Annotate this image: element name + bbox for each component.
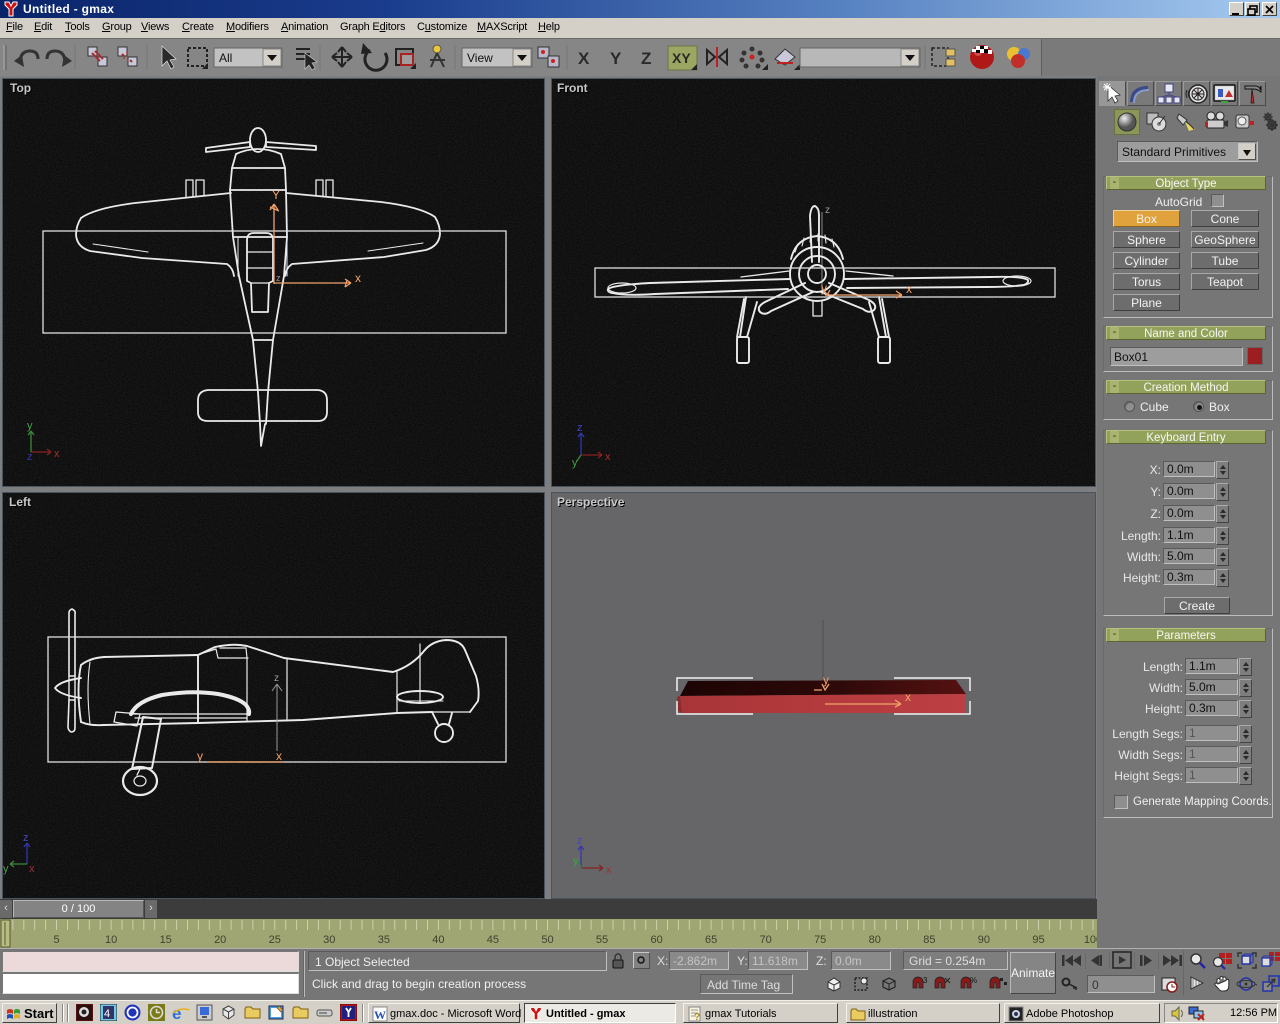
svg-text:40: 40 — [432, 934, 444, 946]
svg-text:Z: Z — [641, 49, 651, 68]
svg-text:75: 75 — [814, 934, 826, 946]
svg-text:55: 55 — [596, 934, 608, 946]
svg-text:x: x — [905, 690, 911, 704]
svg-text:60: 60 — [650, 934, 662, 946]
svg-text:30: 30 — [323, 934, 335, 946]
svg-text:z: z — [27, 451, 33, 463]
svg-text:z: z — [23, 832, 29, 844]
svg-text:XY: XY — [672, 50, 691, 66]
svg-text:80: 80 — [869, 934, 881, 946]
svg-text:45: 45 — [487, 934, 499, 946]
svg-text:z: z — [825, 205, 830, 216]
svg-text:x: x — [906, 282, 912, 296]
svg-text:y: y — [823, 673, 829, 687]
svg-text:y: y — [573, 855, 579, 867]
svg-text:y: y — [27, 420, 33, 432]
svg-text:20: 20 — [214, 934, 226, 946]
svg-text:X: X — [578, 49, 590, 68]
svg-text:4: 4 — [104, 1008, 110, 1020]
svg-text:y: y — [197, 749, 203, 763]
svg-text:x: x — [29, 863, 35, 875]
svg-text:70: 70 — [760, 934, 772, 946]
svg-text:50: 50 — [541, 934, 553, 946]
svg-text:z: z — [274, 673, 279, 684]
svg-text:x: x — [54, 448, 60, 460]
svg-text:25: 25 — [269, 934, 281, 946]
svg-text:x: x — [276, 749, 282, 763]
svg-text:100: 100 — [1084, 934, 1097, 946]
svg-text:%: % — [970, 976, 977, 985]
svg-text:3: 3 — [923, 976, 928, 985]
svg-text:15: 15 — [160, 934, 172, 946]
svg-text:85: 85 — [923, 934, 935, 946]
svg-text:?: ? — [694, 1012, 700, 1022]
svg-text:y: y — [3, 863, 9, 875]
svg-text:y: y — [821, 281, 827, 295]
svg-text:x: x — [355, 271, 361, 285]
svg-text:10: 10 — [105, 934, 117, 946]
svg-text:95: 95 — [1032, 934, 1044, 946]
svg-text:Y: Y — [272, 188, 280, 202]
svg-text:x: x — [606, 864, 612, 876]
svg-text:90: 90 — [978, 934, 990, 946]
svg-text:W: W — [374, 1008, 386, 1022]
svg-text:35: 35 — [378, 934, 390, 946]
svg-text:x: x — [605, 451, 611, 463]
svg-text:Y: Y — [610, 49, 622, 68]
svg-text:z: z — [577, 835, 583, 847]
svg-text:y: y — [572, 457, 578, 469]
svg-text:z: z — [577, 422, 583, 434]
svg-text:65: 65 — [705, 934, 717, 946]
svg-text:View: View — [467, 51, 493, 65]
svg-text:z: z — [276, 273, 281, 283]
svg-text:All: All — [219, 51, 232, 65]
svg-text:5: 5 — [53, 934, 59, 946]
